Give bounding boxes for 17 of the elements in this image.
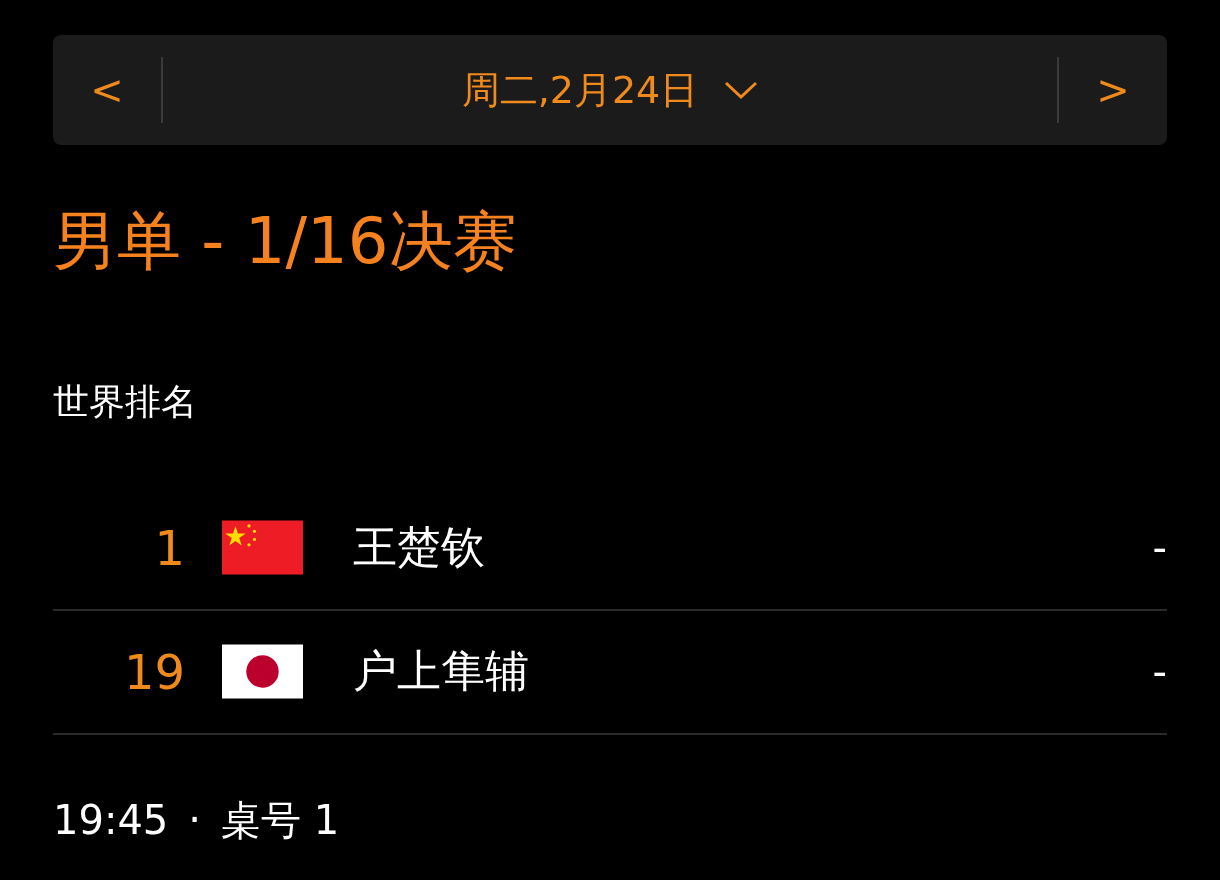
player-name: 王楚钦 (353, 520, 486, 575)
separator-dot: · (188, 797, 201, 844)
match-time: 19:45 (53, 797, 169, 844)
date-picker-button[interactable]: 周二,2月24日 (163, 63, 1057, 117)
previous-day-button[interactable]: < (53, 35, 161, 145)
china-flag-icon (222, 520, 303, 576)
match-title: 男单 - 1/16决赛 (53, 203, 518, 280)
chevron-down-icon (724, 80, 759, 100)
player-score: - (1152, 524, 1167, 571)
section-label: 世界排名 (53, 379, 198, 424)
player-rank: 19 (122, 643, 185, 700)
player-name: 户上隼辅 (353, 644, 530, 699)
japan-flag-icon (222, 644, 303, 700)
table-number: 桌号 1 (221, 795, 340, 845)
player-score: - (1152, 648, 1167, 695)
player-rank: 1 (153, 519, 185, 576)
next-day-button[interactable]: > (1059, 35, 1167, 145)
